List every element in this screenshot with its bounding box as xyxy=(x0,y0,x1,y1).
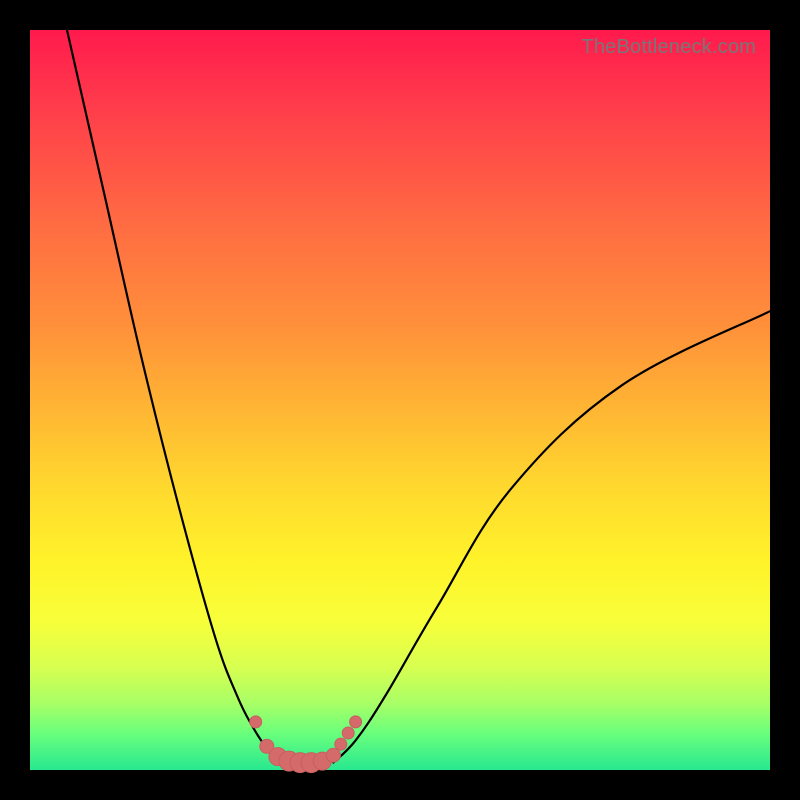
chart-svg xyxy=(30,30,770,770)
outer-frame: TheBottleneck.com xyxy=(0,0,800,800)
trough-marker xyxy=(326,748,340,762)
trough-marker xyxy=(350,716,362,728)
trough-marker xyxy=(250,716,262,728)
right-curve xyxy=(333,311,770,762)
plot-area: TheBottleneck.com xyxy=(30,30,770,770)
left-curve xyxy=(67,30,296,763)
trough-markers xyxy=(250,716,362,773)
trough-marker xyxy=(335,738,347,750)
trough-marker xyxy=(342,727,354,739)
